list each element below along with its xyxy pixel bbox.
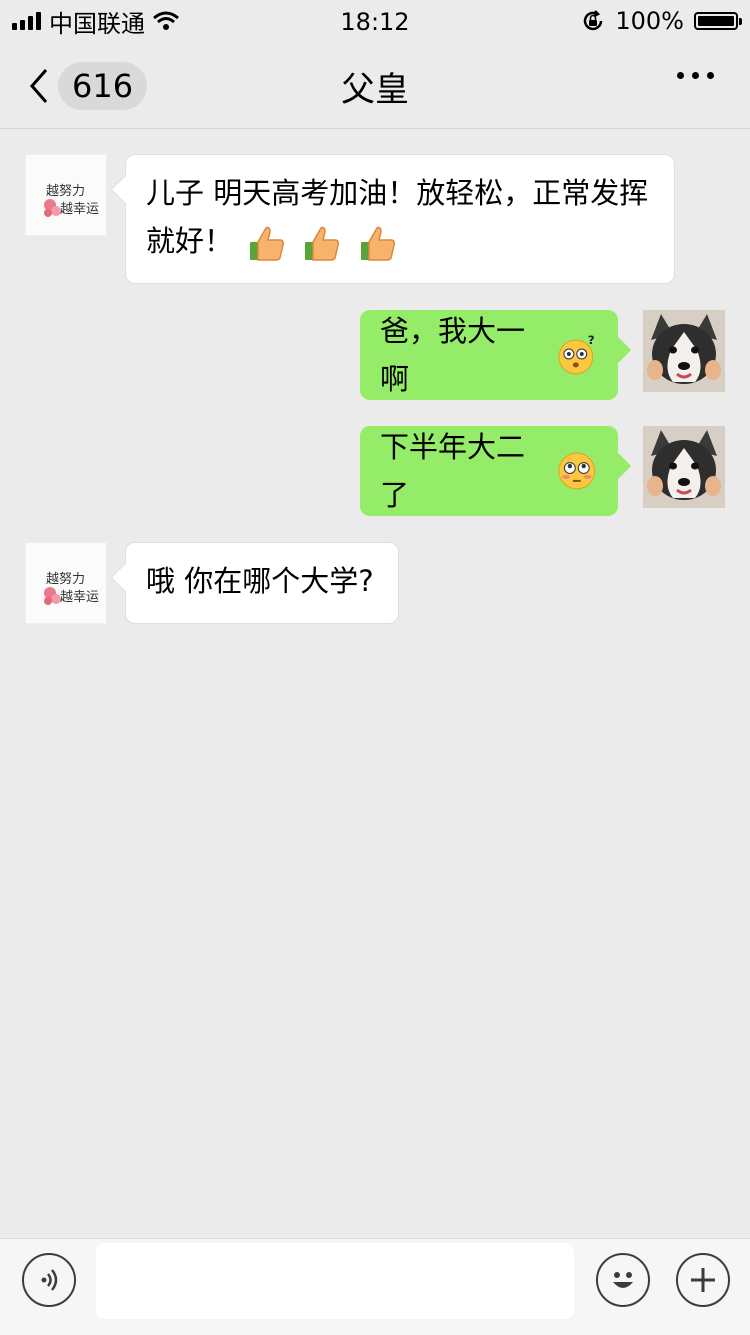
- nav-bar: 616 父皇: [0, 42, 750, 129]
- signal-icon: [12, 12, 41, 30]
- father-avatar[interactable]: 越努力 越幸运: [25, 154, 107, 236]
- voice-icon: [41, 1269, 58, 1291]
- carrier-label: 中国联通: [49, 9, 145, 38]
- battery-icon: [694, 12, 742, 30]
- voice-button[interactable]: [22, 1253, 76, 1307]
- message-bubble[interactable]: 哦 你在哪个大学?: [125, 542, 399, 624]
- dizzy-face-icon: ?: [558, 334, 595, 375]
- message-row: 爸，我大一啊 ?: [0, 309, 750, 409]
- message-bubble[interactable]: 下半年大二了: [360, 426, 618, 516]
- my-avatar[interactable]: [643, 310, 725, 392]
- message-text: 下半年大二了: [380, 430, 526, 512]
- thumbs-up-icon: [360, 226, 395, 261]
- message-row: 下半年大二了: [0, 425, 750, 525]
- flushed-face-icon: [558, 452, 596, 490]
- thumbs-up-icon: [250, 226, 285, 261]
- message-bubble[interactable]: 爸，我大一啊 ?: [360, 310, 618, 400]
- thumbs-up-icon: [305, 226, 340, 261]
- message-text-line2: 就好！: [146, 217, 654, 265]
- svg-text:?: ?: [588, 334, 595, 347]
- chat-area[interactable]: 越努力 越幸运 儿子 明天高考加油！放轻松，正常发挥 就好！ 爸，我大一啊 ?: [0, 129, 750, 1239]
- message-row: 越努力 越幸运 儿子 明天高考加油！放轻松，正常发挥 就好！: [0, 129, 750, 289]
- emoji-button[interactable]: [596, 1253, 650, 1307]
- status-right: 100%: [581, 7, 750, 35]
- avatar-text-line1: 越努力: [46, 572, 85, 587]
- my-avatar[interactable]: [643, 426, 725, 508]
- status-bar: 中国联通 18:12 100%: [0, 0, 750, 42]
- more-options-button[interactable]: [677, 72, 714, 79]
- chat-title: 父皇: [341, 70, 409, 110]
- avatar-text-line2: 越幸运: [60, 202, 99, 217]
- smiley-icon: [613, 1272, 633, 1288]
- add-button[interactable]: [676, 1253, 730, 1307]
- avatar-text-line1: 越努力: [46, 184, 85, 199]
- father-avatar[interactable]: 越努力 越幸运: [25, 542, 107, 624]
- input-bar: [0, 1238, 750, 1335]
- avatar-text-line2: 越幸运: [60, 590, 99, 605]
- message-text: 儿子 明天高考加油！放轻松，正常发挥: [146, 176, 649, 210]
- plus-icon: [691, 1268, 715, 1292]
- battery-label: 100%: [615, 7, 684, 35]
- message-text: 哦 你在哪个大学?: [146, 564, 374, 598]
- message-row: 越努力 越幸运 哦 你在哪个大学?: [0, 517, 750, 627]
- status-left: 中国联通: [0, 4, 179, 39]
- wifi-icon: [153, 11, 179, 30]
- message-bubble[interactable]: 儿子 明天高考加油！放轻松，正常发挥 就好！: [125, 154, 675, 284]
- message-text: 爸，我大一啊: [380, 314, 526, 396]
- rotation-lock-icon: [584, 10, 603, 31]
- message-input[interactable]: [96, 1243, 574, 1319]
